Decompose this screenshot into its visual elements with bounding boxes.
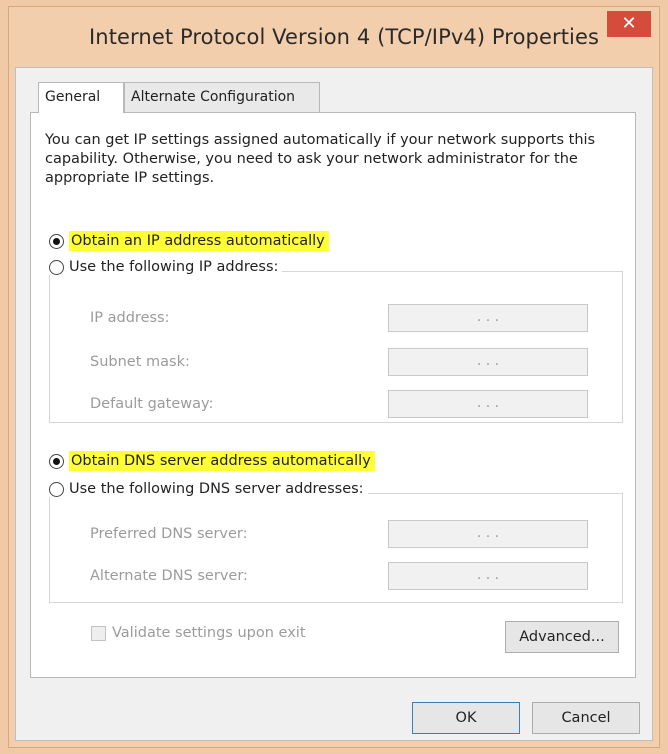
- tab-general[interactable]: General: [38, 82, 124, 113]
- validate-settings-checkbox[interactable]: Validate settings upon exit: [91, 625, 306, 641]
- tab-label: General: [45, 89, 101, 105]
- use-following-dns-label: Use the following DNS server addresses:: [69, 481, 364, 497]
- subnet-mask-input[interactable]: . . .: [388, 348, 588, 376]
- dns-server-group: Preferred DNS server: . . . Alternate DN…: [49, 493, 623, 603]
- close-icon: ✕: [621, 13, 637, 34]
- general-panel: You can get IP settings assigned automat…: [30, 112, 636, 678]
- ip-address-label: IP address:: [90, 310, 170, 326]
- description-text: You can get IP settings assigned automat…: [45, 132, 596, 186]
- checkbox-icon: [91, 625, 106, 641]
- use-following-ip-label: Use the following IP address:: [69, 259, 279, 275]
- obtain-dns-auto-label: Obtain DNS server address automatically: [69, 451, 375, 471]
- advanced-button[interactable]: Advanced...: [505, 621, 619, 653]
- close-button[interactable]: ✕: [607, 11, 651, 37]
- alternate-dns-input[interactable]: . . .: [388, 562, 588, 590]
- default-gateway-value: . . .: [476, 395, 500, 411]
- cancel-button-label: Cancel: [561, 710, 611, 726]
- default-gateway-label: Default gateway:: [90, 396, 214, 412]
- subnet-mask-value: . . .: [476, 353, 500, 369]
- ok-button[interactable]: OK: [412, 702, 520, 734]
- radio-selected-icon: [49, 233, 64, 249]
- tab-alternate-configuration[interactable]: Alternate Configuration: [124, 82, 320, 112]
- ip-address-input[interactable]: . . .: [388, 304, 588, 332]
- alternate-dns-label: Alternate DNS server:: [90, 568, 248, 584]
- obtain-ip-auto-radio[interactable]: Obtain an IP address automatically: [49, 231, 329, 251]
- preferred-dns-label: Preferred DNS server:: [90, 526, 248, 542]
- window-title: Internet Protocol Version 4 (TCP/IPv4) P…: [89, 25, 600, 49]
- cancel-button[interactable]: Cancel: [532, 702, 640, 734]
- use-following-ip-radio[interactable]: Use the following IP address:: [49, 259, 283, 275]
- ip-address-value: . . .: [476, 309, 500, 325]
- radio-selected-icon: [49, 453, 64, 469]
- obtain-ip-auto-label: Obtain an IP address automatically: [69, 231, 329, 251]
- title-bar[interactable]: Internet Protocol Version 4 (TCP/IPv4) P…: [9, 7, 659, 65]
- ip-address-group: IP address: . . . Subnet mask: . . . Def…: [49, 271, 623, 423]
- tab-label: Alternate Configuration: [131, 89, 296, 105]
- validate-settings-label: Validate settings upon exit: [112, 625, 306, 641]
- alternate-dns-value: . . .: [476, 567, 500, 583]
- default-gateway-input[interactable]: . . .: [388, 390, 588, 418]
- radio-unselected-icon: [49, 481, 64, 497]
- ok-button-label: OK: [455, 710, 477, 726]
- obtain-dns-auto-radio[interactable]: Obtain DNS server address automatically: [49, 451, 375, 471]
- preferred-dns-input[interactable]: . . .: [388, 520, 588, 548]
- radio-unselected-icon: [49, 259, 64, 275]
- advanced-button-label: Advanced...: [519, 629, 605, 645]
- preferred-dns-value: . . .: [476, 525, 500, 541]
- subnet-mask-label: Subnet mask:: [90, 354, 190, 370]
- dialog-content: General Alternate Configuration You can …: [15, 67, 653, 741]
- use-following-dns-radio[interactable]: Use the following DNS server addresses:: [49, 481, 368, 497]
- properties-dialog: Internet Protocol Version 4 (TCP/IPv4) P…: [8, 6, 660, 748]
